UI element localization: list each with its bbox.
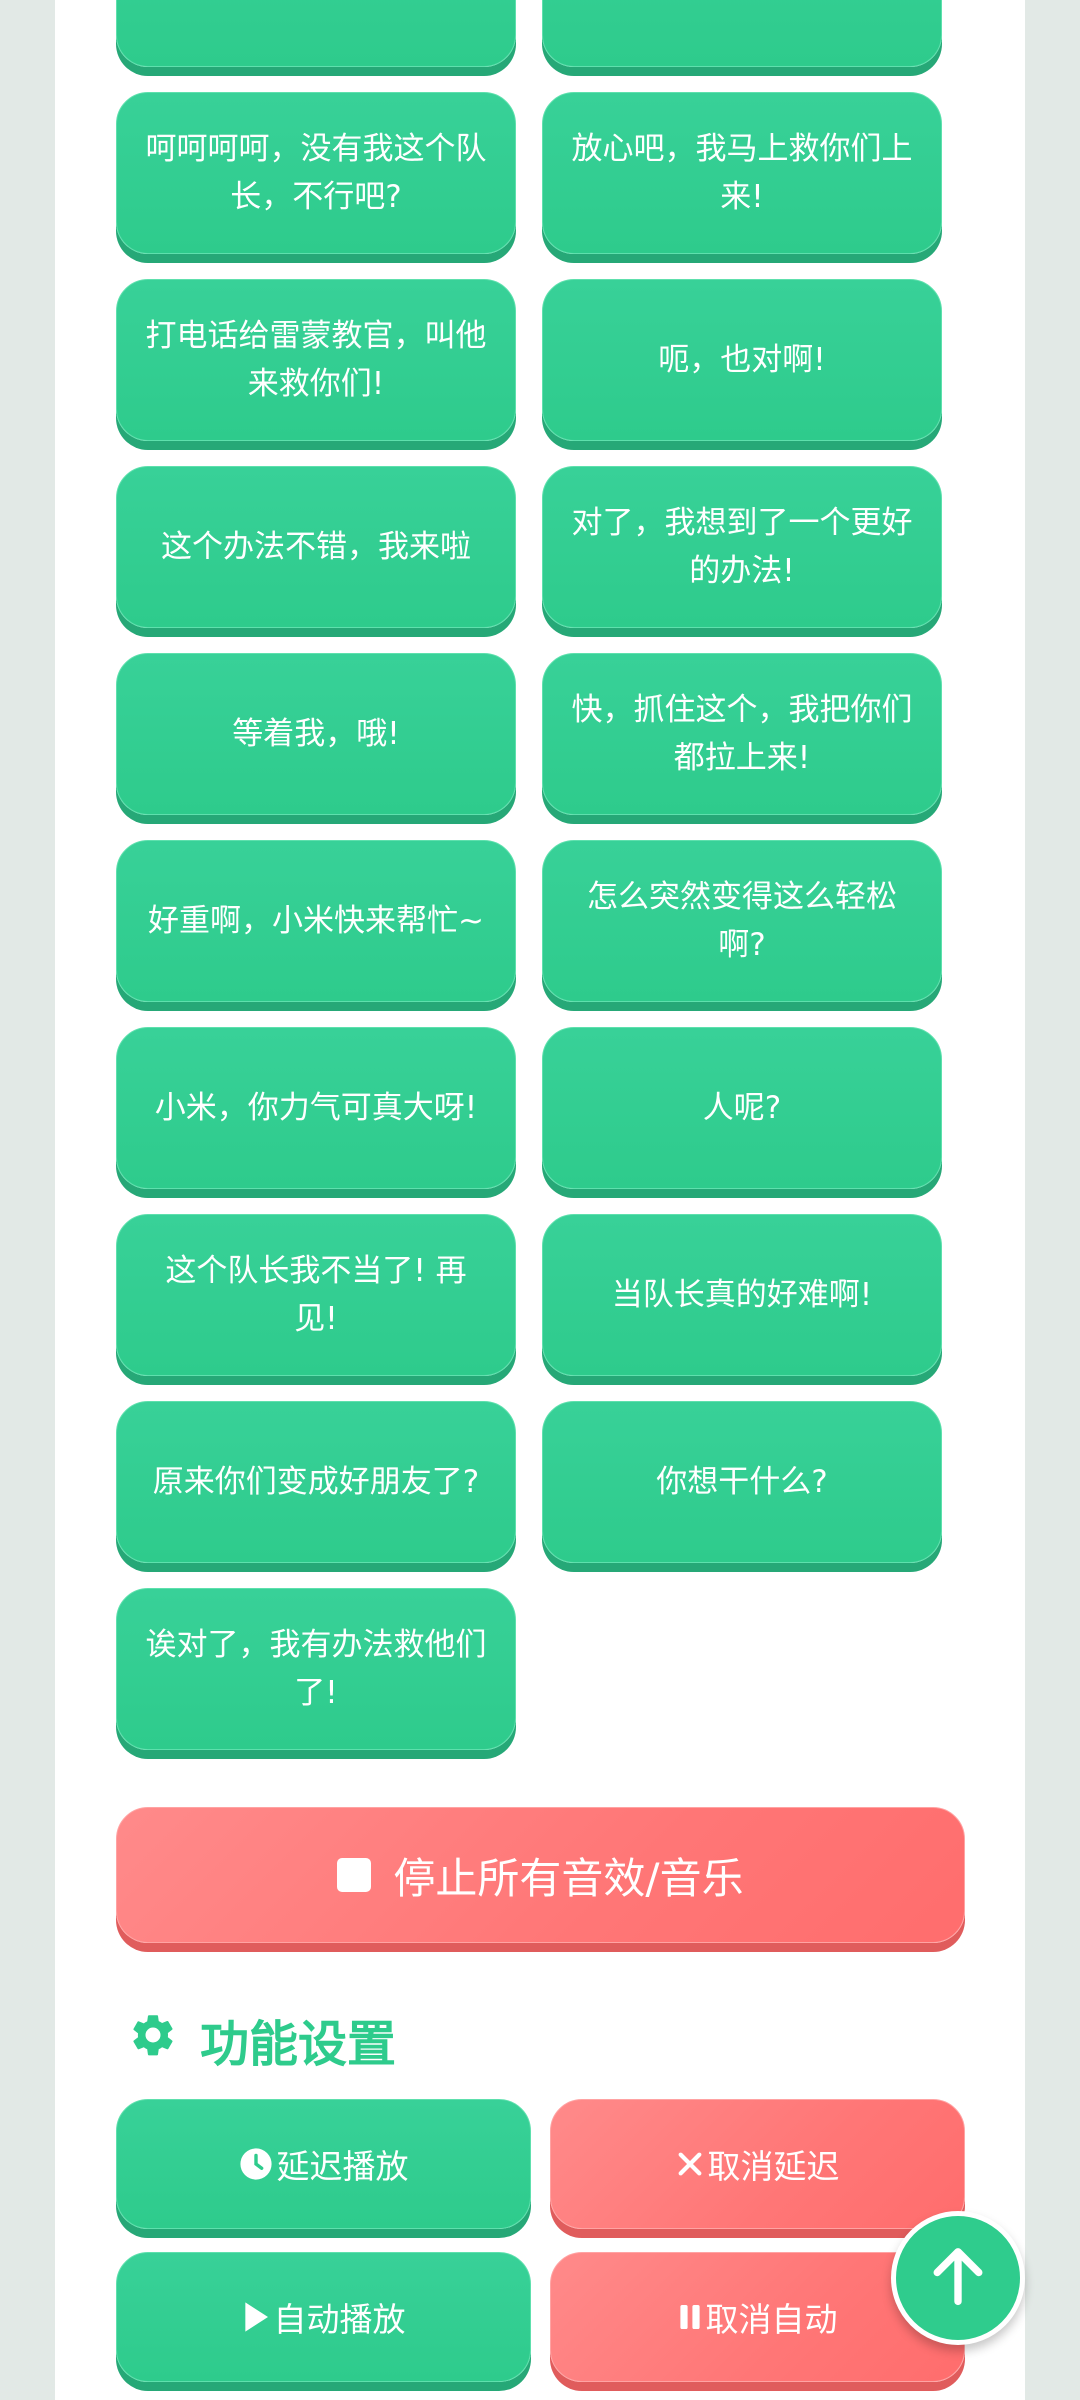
sound-button-label: 打电话给雷蒙教官，叫他来救你们!: [145, 318, 487, 402]
sound-button-label: 好重啊，小米快来帮忙~: [148, 903, 484, 939]
sound-button[interactable]: 人呢?: [542, 1027, 942, 1189]
sound-button[interactable]: 呃，也对啊!: [542, 279, 942, 441]
sound-button[interactable]: 你想干什么?: [542, 1401, 942, 1563]
sound-button[interactable]: 快，抓住这个，我把你们都拉上来!: [542, 653, 942, 815]
delay-play-label: 延迟播放: [276, 2147, 409, 2186]
x-icon: [676, 2150, 704, 2178]
settings-section-title: 功能设置: [128, 2005, 396, 2076]
sound-button-label: 放心吧，我马上救你们上来!: [571, 131, 913, 215]
sound-button[interactable]: 诶对了，我有办法救他们了!: [116, 1588, 516, 1750]
stop-all-sounds-button[interactable]: 停止所有音效/音乐: [116, 1807, 965, 1943]
cancel-auto-label: 取消自动: [705, 2300, 838, 2339]
sound-button-label: 等着我，哦!: [232, 716, 400, 752]
sound-button[interactable]: 这个办法不错，我来啦: [116, 466, 516, 628]
sound-button-label: 呃，也对啊!: [658, 342, 826, 378]
sound-button-label: 诶对了，我有办法救他们了!: [145, 1627, 487, 1711]
sound-button[interactable]: 对了，我想到了一个更好的办法!: [542, 466, 942, 628]
arrow-up-icon: [930, 2246, 986, 2310]
sound-button[interactable]: 小米，你力气可真大呀!: [116, 1027, 516, 1189]
sound-button-label: 快，抓住这个，我把你们都拉上来!: [571, 692, 913, 776]
sound-button-label: 去!: [294, 0, 337, 10]
play-icon: [242, 2301, 270, 2333]
sound-button[interactable]: 怎么突然变得这么轻松啊?: [542, 840, 942, 1002]
sound-button[interactable]: 放心吧，我马上救你们上来!: [542, 92, 942, 254]
sound-button-label: 小米，你力气可真大呀!: [154, 1090, 478, 1126]
stop-all-label: 停止所有音效/音乐: [393, 1853, 744, 1903]
sound-button[interactable]: 这 一 沼泽!: [542, 0, 942, 67]
stop-square-icon: [337, 1858, 372, 1892]
sound-button-label: 这个队长我不当了! 再见!: [165, 1253, 467, 1337]
sound-button[interactable]: 呵呵呵呵，没有我这个队长，不行吧?: [116, 92, 516, 254]
sound-button-label: 你想干什么?: [656, 1464, 828, 1500]
cancel-delay-label: 取消延迟: [707, 2147, 840, 2186]
delay-play-button[interactable]: 延迟播放: [116, 2099, 531, 2229]
sound-button[interactable]: 打电话给雷蒙教官，叫他来救你们!: [116, 279, 516, 441]
sound-button-label: 这 一 沼泽!: [664, 0, 820, 10]
sound-button-label: 呵呵呵呵，没有我这个队长，不行吧?: [145, 131, 487, 215]
sound-button-label: 人呢?: [702, 1090, 782, 1126]
cancel-delay-button[interactable]: 取消延迟: [550, 2099, 965, 2229]
sound-button-label: 原来你们变成好朋友了?: [152, 1464, 480, 1500]
sound-button[interactable]: 原来你们变成好朋友了?: [116, 1401, 516, 1563]
auto-play-button[interactable]: 自动播放: [116, 2252, 531, 2382]
sound-button[interactable]: 当队长真的好难啊!: [542, 1214, 942, 1376]
sound-button-label: 对了，我想到了一个更好的办法!: [571, 505, 913, 589]
clock-icon: [239, 2147, 273, 2181]
auto-play-label: 自动播放: [273, 2300, 406, 2339]
sound-button[interactable]: 好重啊，小米快来帮忙~: [116, 840, 516, 1002]
sound-button-label: 怎么突然变得这么轻松啊?: [587, 879, 897, 963]
back-to-top-button[interactable]: [891, 2211, 1025, 2345]
settings-title-text: 功能设置: [200, 2016, 397, 2073]
sound-button[interactable]: 去!: [116, 0, 516, 67]
sound-button[interactable]: 这个队长我不当了! 再见!: [116, 1214, 516, 1376]
sound-button-label: 当队长真的好难啊!: [611, 1277, 873, 1313]
gear-icon: [128, 2010, 178, 2072]
sound-button-label: 这个办法不错，我来啦: [161, 529, 471, 565]
sound-button[interactable]: 等着我，哦!: [116, 653, 516, 815]
pause-icon: [678, 2302, 702, 2332]
